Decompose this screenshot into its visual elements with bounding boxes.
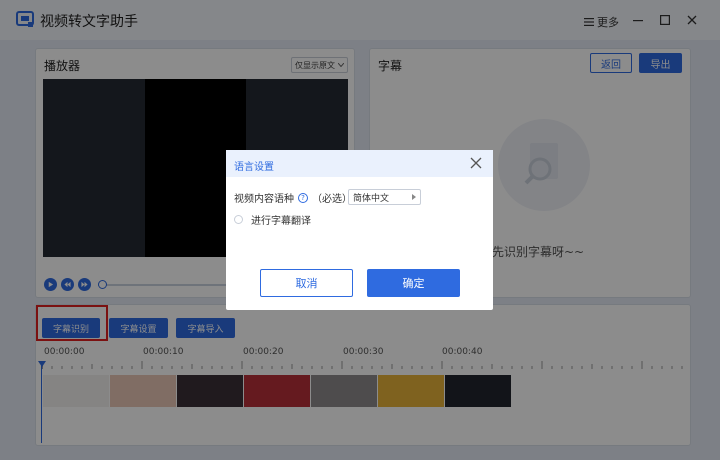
language-select-value: 简体中文 xyxy=(353,193,390,204)
close-icon[interactable] xyxy=(469,156,483,170)
dialog-header: 语言设置 xyxy=(226,150,493,177)
cancel-button[interactable]: 取消 xyxy=(260,269,353,297)
language-settings-dialog: 语言设置 视频内容语种 ? （必选） 简体中文 进行字幕翻译 取消 确定 xyxy=(226,150,493,310)
translate-label: 进行字幕翻译 xyxy=(251,216,311,227)
required-label: （必选） xyxy=(312,194,352,205)
translate-option[interactable]: 进行字幕翻译 xyxy=(234,212,311,227)
chevron-right-icon xyxy=(412,194,416,200)
dialog-title: 语言设置 xyxy=(234,162,274,173)
translate-radio[interactable] xyxy=(234,215,243,224)
language-row: 视频内容语种 ? （必选） xyxy=(234,190,352,205)
help-icon[interactable]: ? xyxy=(298,192,308,203)
confirm-button[interactable]: 确定 xyxy=(367,269,460,297)
language-label: 视频内容语种 xyxy=(234,194,294,205)
language-select[interactable]: 简体中文 xyxy=(348,189,421,205)
